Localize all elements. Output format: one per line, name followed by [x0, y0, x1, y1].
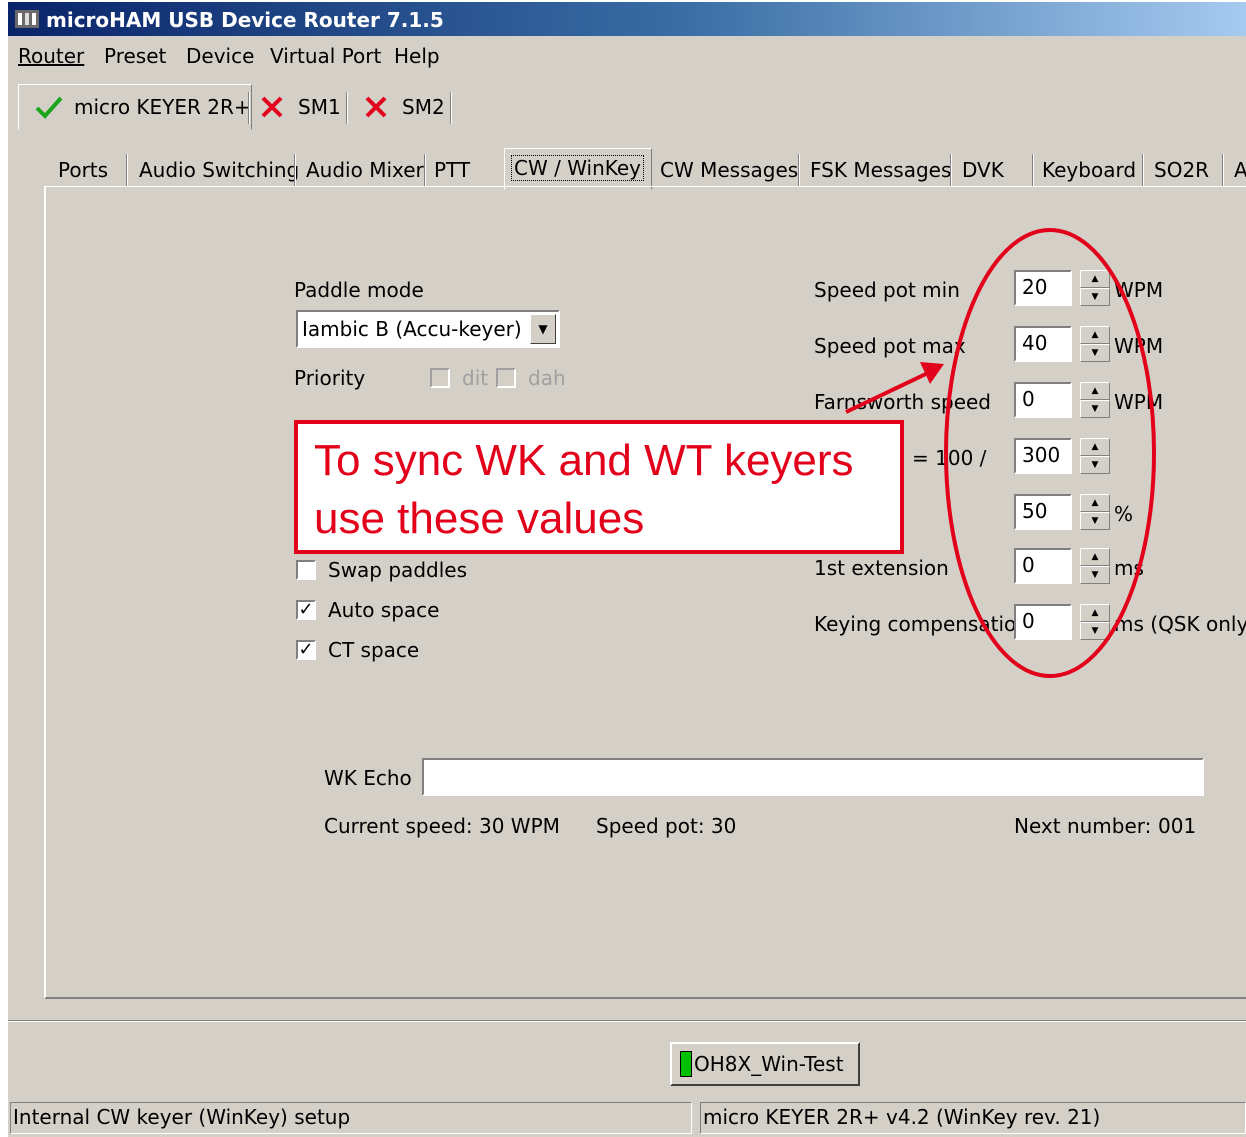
annotation-ellipse [944, 228, 1156, 678]
annotation-arrow-line [845, 370, 931, 414]
annotation-overlay [845, 228, 1156, 678]
